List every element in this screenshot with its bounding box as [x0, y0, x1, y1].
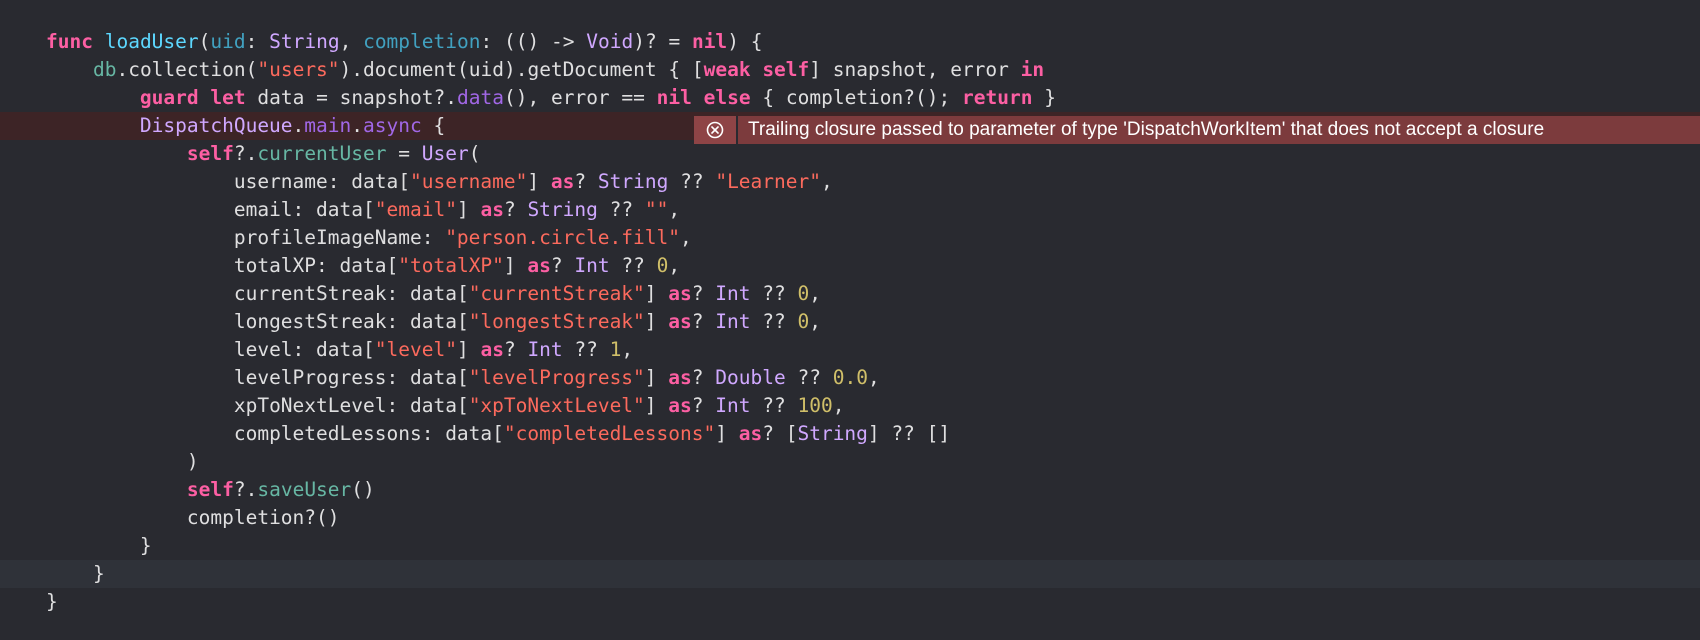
code-line-text: levelProgress: data["levelProgress"] as?…	[233, 366, 880, 389]
code-line[interactable]: levelProgress: data["levelProgress"] as?…	[0, 364, 1700, 392]
code-line-text: xpToNextLevel: data["xpToNextLevel"] as?…	[233, 394, 845, 417]
code-line[interactable]: self?.currentUser = User(	[0, 140, 1700, 168]
code-line-text: }	[139, 534, 152, 557]
code-line-text: completedLessons: data["completedLessons…	[233, 422, 951, 445]
code-line-text: self?.currentUser = User(	[186, 142, 481, 165]
code-line-text: longestStreak: data["longestStreak"] as?…	[233, 310, 822, 333]
code-line[interactable]: currentStreak: data["currentStreak"] as?…	[0, 280, 1700, 308]
code-line-text: self?.saveUser()	[186, 478, 375, 501]
code-line[interactable]: db.collection("users").document(uid).get…	[0, 56, 1700, 84]
error-circle-x-icon	[706, 121, 724, 139]
code-line-text: currentStreak: data["currentStreak"] as?…	[233, 282, 822, 305]
code-line[interactable]: username: data["username"] as? String ??…	[0, 168, 1700, 196]
code-line-text: func loadUser(uid: String, completion: (…	[46, 30, 763, 53]
code-line-text: level: data["level"] as? Int ?? 1,	[233, 338, 634, 361]
code-line[interactable]: email: data["email"] as? String ?? "",	[0, 196, 1700, 224]
error-annotation[interactable]: Trailing closure passed to parameter of …	[694, 116, 1700, 144]
code-line-text: DispatchQueue.main.async {	[139, 114, 446, 137]
code-line[interactable]: }	[0, 588, 1700, 616]
code-line-text: }	[92, 562, 105, 585]
code-editor[interactable]: func loadUser(uid: String, completion: (…	[0, 0, 1700, 640]
code-line[interactable]: completion?()	[0, 504, 1700, 532]
code-line[interactable]: level: data["level"] as? Int ?? 1,	[0, 336, 1700, 364]
code-line[interactable]: profileImageName: "person.circle.fill",	[0, 224, 1700, 252]
error-icon-container[interactable]	[694, 116, 738, 144]
code-line-text: )	[186, 450, 199, 473]
code-line-text: db.collection("users").document(uid).get…	[92, 58, 1045, 81]
code-line[interactable]: )	[0, 448, 1700, 476]
code-line-text: totalXP: data["totalXP"] as? Int ?? 0,	[233, 254, 681, 277]
code-line-text: guard let data = snapshot?.data(), error…	[139, 86, 1056, 109]
code-line[interactable]: }	[0, 560, 1700, 588]
code-line-text: email: data["email"] as? String ?? "",	[233, 198, 681, 221]
code-line[interactable]: totalXP: data["totalXP"] as? Int ?? 0,	[0, 252, 1700, 280]
code-line[interactable]: xpToNextLevel: data["xpToNextLevel"] as?…	[0, 392, 1700, 420]
code-line-text: }	[46, 590, 58, 613]
code-line-text: username: data["username"] as? String ??…	[233, 170, 833, 193]
error-message: Trailing closure passed to parameter of …	[748, 119, 1545, 140]
code-line-text: completion?()	[186, 506, 340, 529]
code-line-text: profileImageName: "person.circle.fill",	[233, 226, 692, 249]
code-line[interactable]: }	[0, 532, 1700, 560]
code-line[interactable]: func loadUser(uid: String, completion: (…	[0, 28, 1700, 56]
code-line[interactable]: longestStreak: data["longestStreak"] as?…	[0, 308, 1700, 336]
code-line[interactable]: guard let data = snapshot?.data(), error…	[0, 84, 1700, 112]
code-line[interactable]: self?.saveUser()	[0, 476, 1700, 504]
code-line[interactable]: completedLessons: data["completedLessons…	[0, 420, 1700, 448]
